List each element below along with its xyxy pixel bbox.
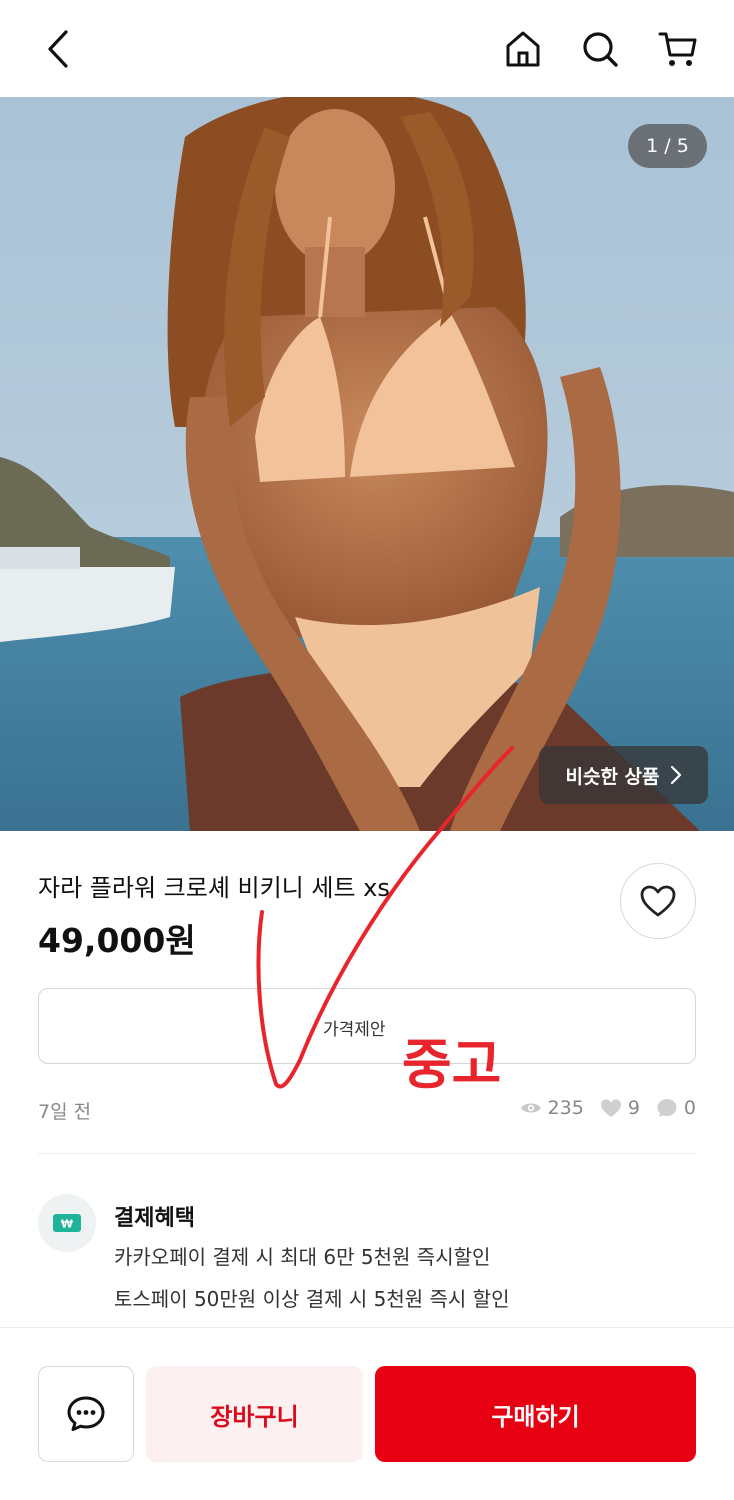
posted-time: 7일 전	[38, 1101, 92, 1123]
svg-text:₩: ₩	[61, 1218, 73, 1231]
image-counter: 1 / 5	[628, 124, 707, 168]
chat-icon	[67, 1396, 105, 1431]
back-icon[interactable]	[36, 26, 82, 72]
benefit-title: 결제혜택	[114, 1206, 195, 1231]
bottom-bar-divider	[0, 1327, 734, 1328]
search-icon[interactable]	[577, 26, 623, 72]
like-count: 9	[627, 1097, 640, 1119]
benefit-line: 토스페이 50만원 이상 결제 시 5천원 즉시 할인	[114, 1287, 510, 1311]
similar-products-label: 비슷한 상품	[565, 765, 660, 788]
price-offer-button[interactable]: 가격제안	[38, 988, 696, 1064]
divider	[38, 1153, 696, 1154]
chat-bubble-icon	[657, 1099, 677, 1117]
buy-now-button[interactable]: 구매하기	[375, 1366, 696, 1462]
chat-button[interactable]	[38, 1366, 134, 1462]
cart-icon[interactable]	[655, 26, 701, 72]
product-photo	[0, 97, 734, 831]
product-image-gallery[interactable]: 1 / 5	[0, 97, 734, 831]
eye-icon	[520, 1103, 541, 1113]
heart-icon	[600, 1099, 621, 1117]
top-bar	[0, 0, 734, 97]
payment-benefit-icon: ₩	[38, 1194, 96, 1252]
price-offer-label: 가격제안	[323, 1020, 386, 1040]
product-title: 자라 플라워 크로셰 비키니 세트 xs	[38, 874, 390, 902]
add-to-cart-button[interactable]: 장바구니	[146, 1366, 363, 1462]
similar-products-button[interactable]: 비슷한 상품	[539, 746, 708, 804]
product-price: 49,000원	[38, 921, 196, 960]
chat-count: 0	[683, 1097, 696, 1119]
handwritten-used-label: 중고	[402, 1033, 502, 1096]
home-icon[interactable]	[500, 26, 546, 72]
chevron-right-icon	[670, 765, 681, 785]
heart-icon	[640, 885, 676, 917]
like-button[interactable]	[620, 863, 696, 939]
product-stats: 235 9 0	[510, 1097, 696, 1119]
view-count: 235	[547, 1097, 584, 1119]
benefit-line: 카카오페이 결제 시 최대 6만 5천원 즉시할인	[114, 1245, 491, 1269]
